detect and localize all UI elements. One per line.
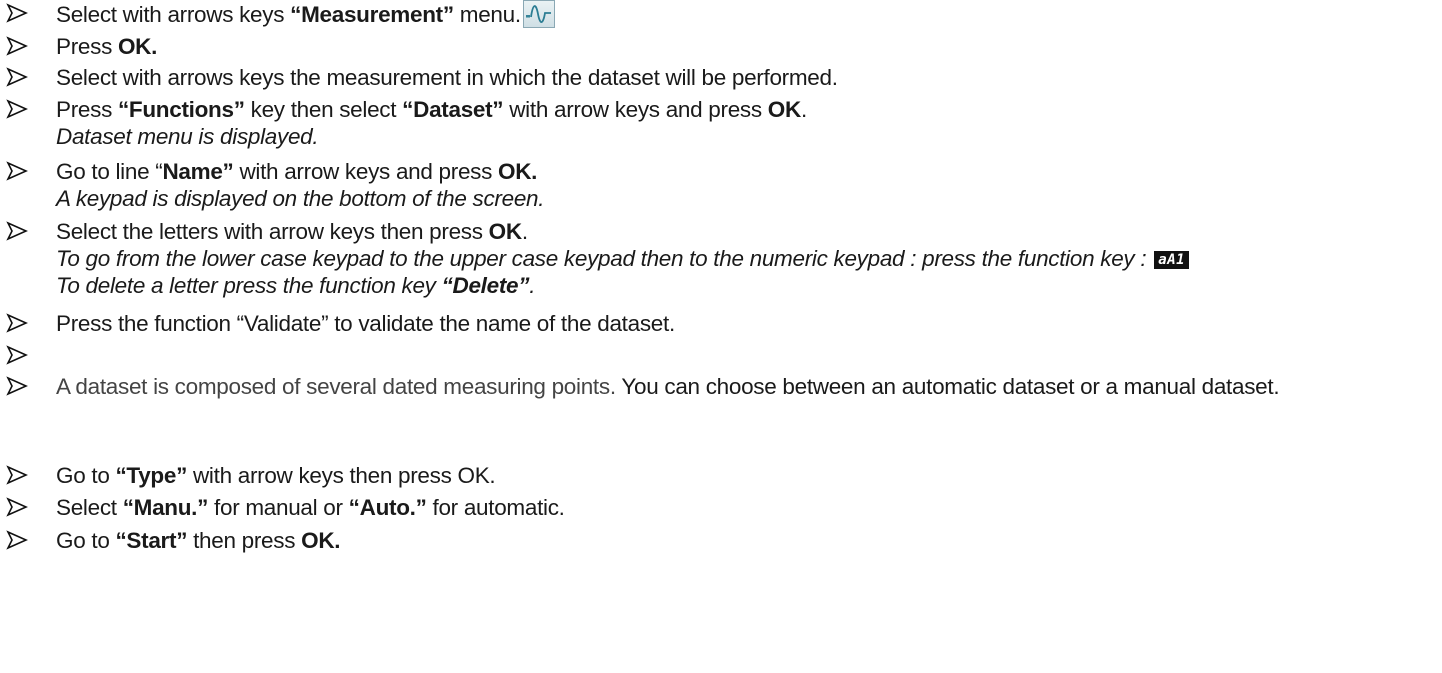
step-note: To delete a letter press the function ke…	[56, 273, 536, 298]
arrow-bullet-icon	[6, 312, 28, 334]
step-dataset-description: A dataset is composed of several dated m…	[6, 373, 1366, 400]
step-text: Select “Manu.” for manual or “Auto.” for…	[56, 495, 565, 520]
instruction-document: Select with arrows keys “Measurement” me…	[0, 0, 1442, 673]
arrow-bullet-icon	[6, 529, 28, 551]
arrow-bullet-icon	[6, 160, 28, 182]
arrow-bullet-icon	[6, 66, 28, 88]
arrow-bullet-icon	[6, 220, 28, 242]
step-note: To go from the lower case keypad to the …	[56, 245, 1438, 272]
step-text: Go to “Start” then press OK.	[56, 528, 341, 553]
step-text: Select with arrows keys the measurement …	[56, 65, 838, 90]
step-text: Go to “Type” with arrow keys then press …	[56, 463, 496, 488]
arrow-bullet-icon	[6, 496, 28, 518]
arrow-bullet-icon	[6, 344, 28, 366]
step-text: Select with arrows keys “Measurement” me…	[56, 0, 1438, 28]
arrow-bullet-icon	[6, 98, 28, 120]
step-text: A dataset is composed of several dated m…	[56, 374, 1280, 399]
arrow-bullet-icon	[6, 2, 28, 24]
arrow-bullet-icon	[6, 464, 28, 486]
measurement-wave-icon	[522, 0, 555, 28]
arrow-bullet-icon	[6, 35, 28, 57]
step-text: Press OK.	[56, 34, 158, 59]
step-note: Dataset menu is displayed.	[56, 124, 319, 149]
keypad-toggle-key-badge: aA1	[1154, 251, 1190, 269]
step-text: Press the function “Validate” to validat…	[56, 311, 675, 336]
step-text: Select the letters with arrow keys then …	[56, 218, 1438, 299]
arrow-bullet-icon	[6, 375, 28, 397]
step-text: Press “Functions” key then select “Datas…	[56, 96, 1438, 150]
step-text: Go to line “Name” with arrow keys and pr…	[56, 158, 1438, 212]
step-note: A keypad is displayed on the bottom of t…	[56, 186, 545, 211]
